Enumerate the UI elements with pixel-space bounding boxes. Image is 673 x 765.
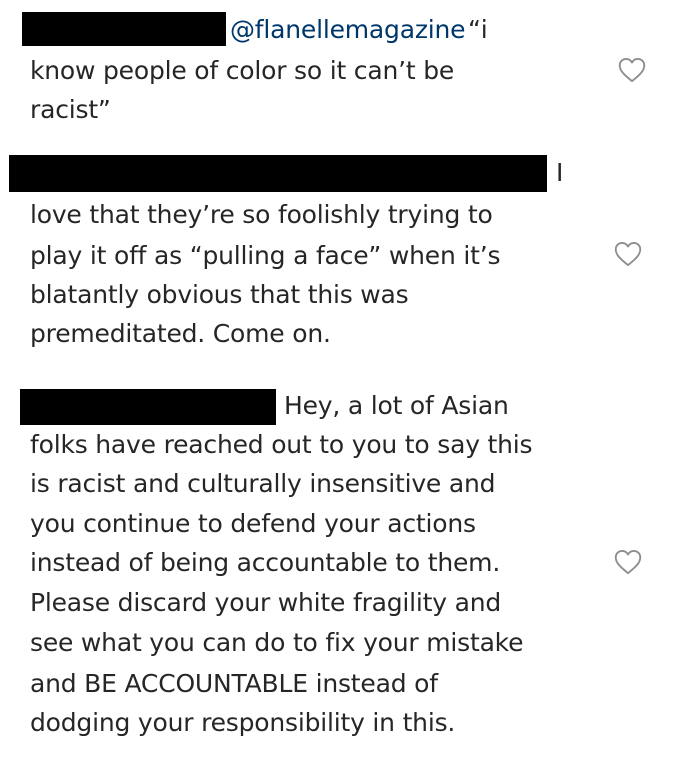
comment-text-line: and BE ACCOUNTABLE instead of — [30, 669, 438, 698]
comment-text-line: folks have reached out to you to say thi… — [30, 430, 533, 459]
like-heart-icon[interactable] — [618, 57, 646, 83]
comment-text-line: dodging your responsibility in this. — [30, 708, 456, 737]
comment-text-line: I — [556, 158, 564, 187]
comment-text-line: know people of color so it can’t be — [30, 56, 455, 85]
comment-text-line: blatantly obvious that this was — [30, 280, 409, 309]
comment-mention-link[interactable]: @flanellemagazine — [230, 15, 466, 45]
comment-text-line: see what you can do to fix your mistake — [30, 628, 524, 657]
comment-text-line: premeditated. Come on. — [30, 319, 331, 348]
redacted-username — [20, 389, 276, 425]
comment-text-line: is racist and culturally insensitive and — [30, 469, 496, 498]
like-heart-icon[interactable] — [614, 549, 642, 575]
heart-outline-icon — [618, 57, 646, 83]
heart-outline-icon — [614, 549, 642, 575]
comment-text-line: you continue to defend your actions — [30, 509, 476, 538]
redacted-username — [9, 155, 547, 192]
redacted-username — [22, 12, 226, 46]
comment-text-line: instead of being accountable to them. — [30, 548, 501, 577]
comment-text-line: Hey, a lot of Asian — [284, 391, 509, 420]
comment-text-line: Please discard your white fragility and — [30, 588, 502, 617]
comment-text-line: love that they’re so foolishly trying to — [30, 200, 493, 229]
comment-text-line: play it off as “pulling a face” when it’… — [30, 241, 501, 270]
comment-text-line: racist” — [30, 95, 111, 124]
heart-outline-icon — [614, 241, 642, 267]
like-heart-icon[interactable] — [614, 241, 642, 267]
comment-text-line: “i — [468, 15, 488, 44]
